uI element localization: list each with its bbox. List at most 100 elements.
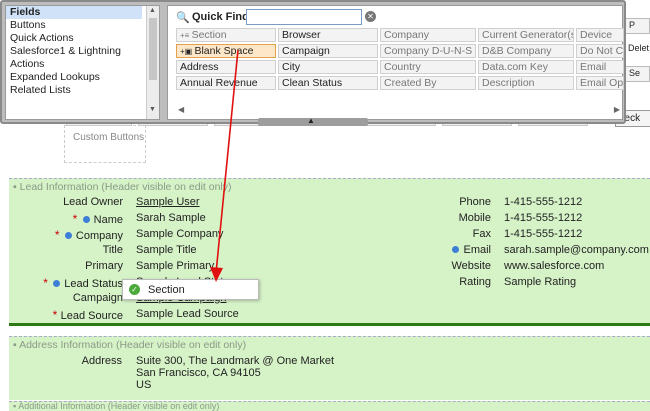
field-label: * Company [13,228,123,242]
palette-field[interactable]: Description [478,76,574,90]
field-label: Rating [381,276,491,288]
palette-field-label: Description [482,77,535,89]
field-value: 1-415-555-1212 [504,212,583,224]
scroll-down-icon[interactable]: ▼ [149,106,156,113]
palette-category[interactable]: Quick Actions [6,32,159,45]
palette-field-label: Annual Revenue [180,77,258,89]
scroll-up-icon[interactable]: ▲ [149,7,156,14]
save-button[interactable]: Se [625,66,650,82]
palette-field[interactable]: Address [176,60,276,74]
field-label-text: Fax [472,228,491,240]
palette-field[interactable]: Campaign [278,44,378,58]
drag-section-popup[interactable]: ✓ Section [122,279,259,300]
palette-field[interactable]: Annual Revenue [176,76,276,90]
palette-field[interactable]: Email [576,60,624,74]
palette-field[interactable]: Data.com Key [478,60,574,74]
address-line-3: US [136,379,152,391]
palette-field[interactable]: Company [380,28,476,42]
chevron-up-icon: ▲ [307,116,315,125]
field-label: Primary [13,260,123,272]
page-action-buttons: P Delet Se [625,18,650,90]
field-value: sarah.sample@company.com [504,244,649,256]
palette-field-label: Address [180,61,219,73]
palette-category[interactable]: Actions [6,58,159,71]
field-label-text: Company [75,230,123,242]
delete-button[interactable]: Delet [625,42,650,58]
palette-category[interactable]: Fields [6,6,142,19]
section-title: ▪ Address Information (Header visible on… [13,339,247,351]
palette-field[interactable]: +▣ Blank Space [176,44,276,58]
address-information-section[interactable]: ▪ Address Information (Header visible on… [9,336,650,400]
palette-field[interactable]: Browser [278,28,378,42]
palette-field-label: Current Generator(s [482,29,574,41]
field-label: * Lead Status [13,276,123,290]
address-label: Address [81,355,122,367]
clear-icon[interactable]: ✕ [365,11,376,22]
field-label-text: Phone [459,196,491,208]
palette-resize-handle[interactable]: ▲ [258,116,368,126]
additional-information-section[interactable]: ▪ Additional Information (Header visible… [9,401,650,411]
palette-field-label: Created By [384,77,437,89]
field-value: Sarah Sample [136,212,206,224]
field-label-text: Campaign [72,292,123,304]
category-scrollbar[interactable]: ▲ ▼ [146,6,159,119]
field-label: * Lead Source [13,308,123,322]
page-button-1[interactable]: P [625,18,650,34]
palette-field[interactable]: Email Op [576,76,624,90]
quick-find-input[interactable] [246,9,362,25]
field-label: Phone [381,196,491,208]
palette-category[interactable]: Expanded Lookups [6,71,159,84]
palette-field-label: Country [384,61,421,73]
field-label: Fax [381,228,491,240]
palette-field-label: Company [384,29,429,41]
palette-field-label: Company D-U-N-S N [384,45,476,57]
field-palette[interactable]: Fields Buttons Quick Actions Salesforce1 & … [0,0,626,126]
field-label-text: Lead Status [64,278,123,290]
field-label: * Name [13,212,123,226]
field-label-text: Name [93,214,123,226]
field-label-text: Mobile [458,212,491,224]
palette-category[interactable]: Salesforce1 & Lightning [6,45,159,58]
palette-field-label: Clean Status [282,77,343,89]
field-label: Mobile [381,212,491,224]
palette-field[interactable]: Country [380,60,476,74]
palette-field[interactable]: Company D-U-N-S N [380,44,476,58]
field-value: www.salesforce.com [504,260,605,272]
palette-field[interactable]: D&B Company [478,44,574,58]
scroll-thumb[interactable] [149,18,157,80]
palette-field[interactable]: Do Not C [576,44,624,58]
field-label-text: Title [102,244,123,256]
palette-field[interactable]: +≡ Section [176,28,276,42]
palette-field[interactable]: Device [576,28,624,42]
scroll-left-icon[interactable]: ◀ [178,105,184,114]
field-value: 1-415-555-1212 [504,196,583,208]
scroll-right-icon[interactable]: ▶ [614,105,620,114]
palette-category-list: Fields Buttons Quick Actions Salesforce1 & … [5,5,160,120]
palette-field-label: Browser [282,29,321,41]
palette-category[interactable]: Buttons [6,19,159,32]
palette-category[interactable]: Related Lists [6,84,159,97]
field-label-text: Primary [85,260,123,272]
field-value[interactable]: Sample User [136,196,200,208]
field-label: Email [381,244,491,256]
field-label-text: Email [463,244,491,256]
horizontal-scrollbar[interactable]: ◀ ▶ [176,104,622,118]
palette-fields-panel: 🔍 Quick Find ✕ +≡ Section Browser Company C… [167,5,624,120]
palette-field[interactable]: Current Generator(s [478,28,574,42]
circle-icon [64,232,72,239]
field-grid: +≡ Section Browser Company Current Generato… [176,28,624,94]
circle-icon [452,246,460,253]
palette-field-label: Section [191,29,227,41]
palette-field[interactable]: Clean Status [278,76,378,90]
palette-field-label: Email Op [580,77,624,89]
field-label: Campaign [13,292,123,304]
palette-field-label: Do Not C [580,45,624,57]
field-value: Sample Lead Source [136,308,239,320]
circle-icon [82,216,90,223]
palette-field[interactable]: City [278,60,378,74]
address-line-2: San Francisco, CA 94105 [136,367,261,379]
palette-field[interactable]: Created By [380,76,476,90]
required-icon: * [72,212,81,226]
palette-field-label: Blank Space [194,45,254,57]
field-label-text: Lead Owner [63,196,123,208]
